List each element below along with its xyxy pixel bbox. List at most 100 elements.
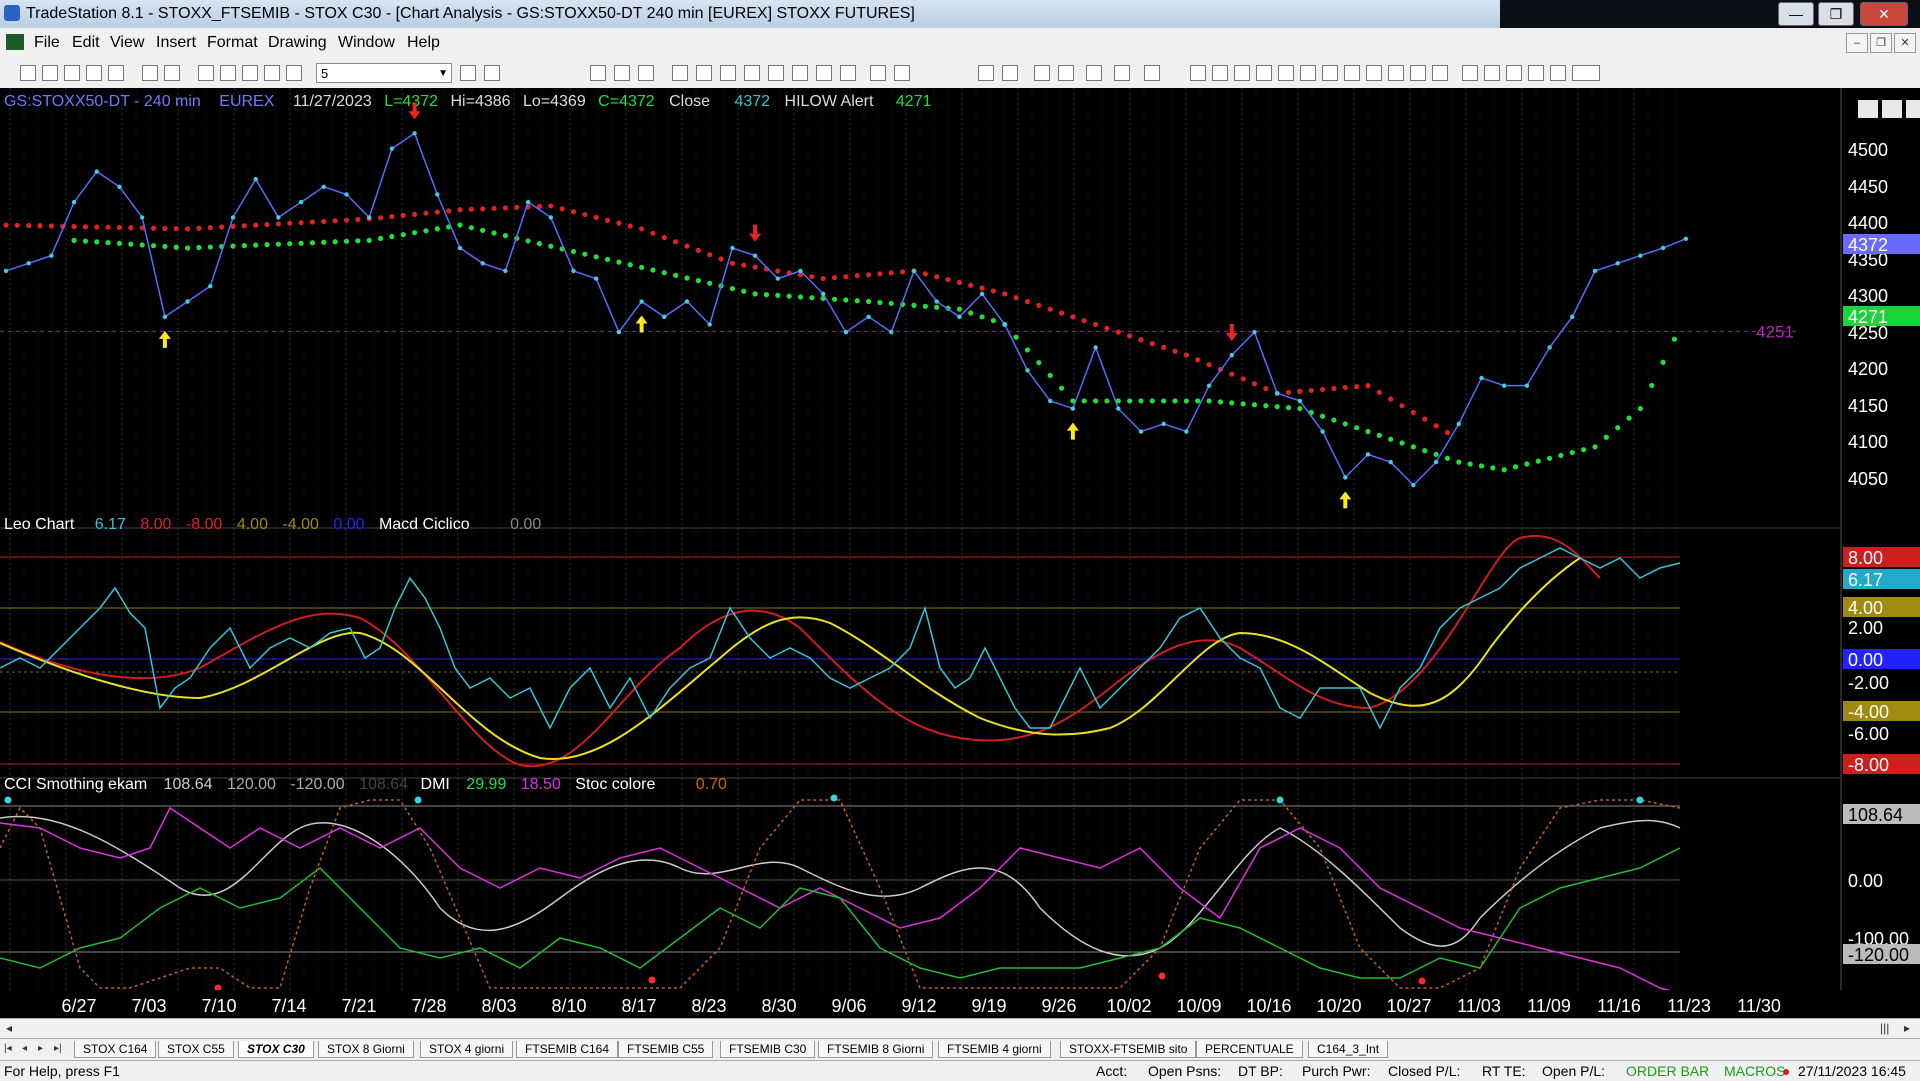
zoom-icon[interactable] (978, 65, 994, 81)
hotlist-icon[interactable] (840, 65, 856, 81)
chart-icon[interactable] (198, 65, 214, 81)
tab-first-icon[interactable]: |◂ (4, 1043, 12, 1054)
tab-last-icon[interactable]: ▸| (54, 1043, 62, 1054)
menu-file[interactable]: File (34, 34, 60, 52)
maximize-button[interactable]: ❐ (1818, 2, 1854, 26)
tab-stox-c164[interactable]: STOX C164 (74, 1041, 157, 1058)
link-icon[interactable] (672, 65, 688, 81)
arc-icon[interactable] (1278, 65, 1294, 81)
minimize-button[interactable]: — (1778, 2, 1814, 26)
menu-help[interactable]: Help (407, 34, 440, 52)
red-arrow-down-icon[interactable] (1484, 65, 1500, 81)
close-button[interactable]: ✕ (1860, 2, 1908, 26)
rectangle-icon[interactable] (1550, 65, 1566, 81)
scroll-left-icon[interactable]: ◂ (6, 1021, 12, 1035)
scroll-right-icon[interactable]: ▸ (1904, 1021, 1910, 1035)
tab-ftsemib-c55[interactable]: FTSEMIB C55 (618, 1041, 714, 1058)
panel-restore-button[interactable] (1882, 100, 1902, 118)
regression-icon[interactable] (1388, 65, 1404, 81)
strategy-icon[interactable] (744, 65, 760, 81)
pointer-icon[interactable] (1034, 65, 1050, 81)
fibonacci-icon[interactable] (1256, 65, 1272, 81)
folder-icon[interactable] (108, 65, 124, 81)
palette-icon[interactable] (286, 65, 302, 81)
alert-icon[interactable] (768, 65, 784, 81)
status-macros[interactable]: MACROS (1724, 1063, 1785, 1079)
trendline-icon[interactable] (1190, 65, 1206, 81)
tab-stoxx-ftsemib-sito[interactable]: STOXX-FTSEMIB sito (1060, 1041, 1197, 1058)
mdi-restore-button[interactable]: ❐ (1870, 33, 1892, 53)
symbol-lookup-icon[interactable] (484, 65, 500, 81)
mdi-close-button[interactable]: ✕ (1894, 33, 1916, 53)
cycle-icon[interactable] (1410, 65, 1426, 81)
open-icon[interactable] (42, 65, 58, 81)
red-trail-point (298, 220, 304, 226)
speed-lines-icon[interactable] (1344, 65, 1360, 81)
green-trail-point (934, 304, 940, 310)
tab-ftsemib-c30[interactable]: FTSEMIB C30 (720, 1041, 816, 1058)
interval-combo[interactable]: 5 ▼ (316, 63, 452, 83)
tab-prev-icon[interactable]: ◂ (22, 1043, 27, 1054)
menu-edit[interactable]: Edit (72, 34, 100, 52)
blue-arrow-up-icon[interactable] (1506, 65, 1522, 81)
tab-stox-c30[interactable]: STOX C30 (238, 1041, 314, 1058)
arrow-right-icon[interactable] (460, 65, 476, 81)
workspace-icon[interactable] (86, 65, 102, 81)
parallel-lines-icon[interactable] (1366, 65, 1382, 81)
tab-next-icon[interactable]: ▸ (38, 1043, 43, 1054)
grid-icon[interactable] (220, 65, 236, 81)
zoom-minus-icon[interactable] (1002, 65, 1018, 81)
lock-icon[interactable] (242, 65, 258, 81)
panel-minimize-button[interactable] (1858, 100, 1878, 118)
bar-chart-icon[interactable] (590, 65, 606, 81)
brush-icon[interactable] (1432, 65, 1448, 81)
text-icon[interactable] (1572, 65, 1600, 81)
gann-icon[interactable] (1322, 65, 1338, 81)
matrix-icon[interactable] (816, 65, 832, 81)
chart-area[interactable]: GS:STOXX50-DT - 240 min EUREX 11/27/2023… (0, 88, 1920, 1018)
green-trail-point (355, 238, 361, 244)
candlestick-icon[interactable] (614, 65, 630, 81)
menu-format[interactable]: Format (207, 34, 258, 52)
new-icon[interactable] (20, 65, 36, 81)
horizontal-lines-icon[interactable] (1234, 65, 1250, 81)
menu-view[interactable]: View (110, 34, 144, 52)
tools-icon[interactable] (264, 65, 280, 81)
mdi-minimize-button[interactable]: – (1846, 33, 1868, 53)
indicator-icon[interactable] (720, 65, 736, 81)
refresh-icon[interactable] (696, 65, 712, 81)
tab-ftsemib-c164[interactable]: FTSEMIB C164 (516, 1041, 619, 1058)
save-icon[interactable] (64, 65, 80, 81)
eraser-icon[interactable] (1144, 65, 1160, 81)
hammer-icon[interactable] (1086, 65, 1102, 81)
angle-icon[interactable] (1300, 65, 1316, 81)
zoom-out-icon[interactable] (894, 65, 910, 81)
status-order-bar[interactable]: ORDER BAR (1626, 1063, 1709, 1079)
menu-drawing[interactable]: Drawing (268, 34, 327, 52)
tab-ftsemib-8-giorni[interactable]: FTSEMIB 8 Giorni (818, 1041, 934, 1058)
curve-icon[interactable] (1462, 65, 1478, 81)
tab-c164-3-int[interactable]: C164_3_Int (1308, 1041, 1389, 1058)
tab-stox-4-giorni[interactable]: STOX 4 giorni (420, 1041, 514, 1058)
panel-close-button[interactable] (1906, 100, 1920, 118)
scanner-icon[interactable] (792, 65, 808, 81)
format-icon[interactable] (1114, 65, 1130, 81)
menu-window[interactable]: Window (338, 34, 395, 52)
title-bar: TradeStation 8.1 - STOXX_FTSEMIB - STOX … (0, 0, 1920, 28)
print-icon[interactable] (164, 65, 180, 81)
tab-stox-c55[interactable]: STOX C55 (158, 1041, 234, 1058)
tab-ftsemib-4-giorni[interactable]: FTSEMIB 4 giorni (938, 1041, 1051, 1058)
crosshair-icon[interactable] (1058, 65, 1074, 81)
menu-insert[interactable]: Insert (156, 34, 196, 52)
tab-stox-8-giorni[interactable]: STOX 8 Giorni (318, 1041, 414, 1058)
ellipse-icon[interactable] (1528, 65, 1544, 81)
print-preview-icon[interactable] (142, 65, 158, 81)
zoom-in-icon[interactable] (870, 65, 886, 81)
horizontal-scrollbar[interactable]: ◂ ||| ▸ (0, 1018, 1920, 1039)
tab-percentuale[interactable]: PERCENTUALE (1196, 1041, 1303, 1058)
scroll-thumb-icon[interactable]: ||| (1880, 1021, 1889, 1035)
chart-window-icon[interactable] (6, 34, 24, 50)
vertical-lines-icon[interactable] (1212, 65, 1228, 81)
price-point (616, 329, 622, 335)
table-icon[interactable] (638, 65, 654, 81)
